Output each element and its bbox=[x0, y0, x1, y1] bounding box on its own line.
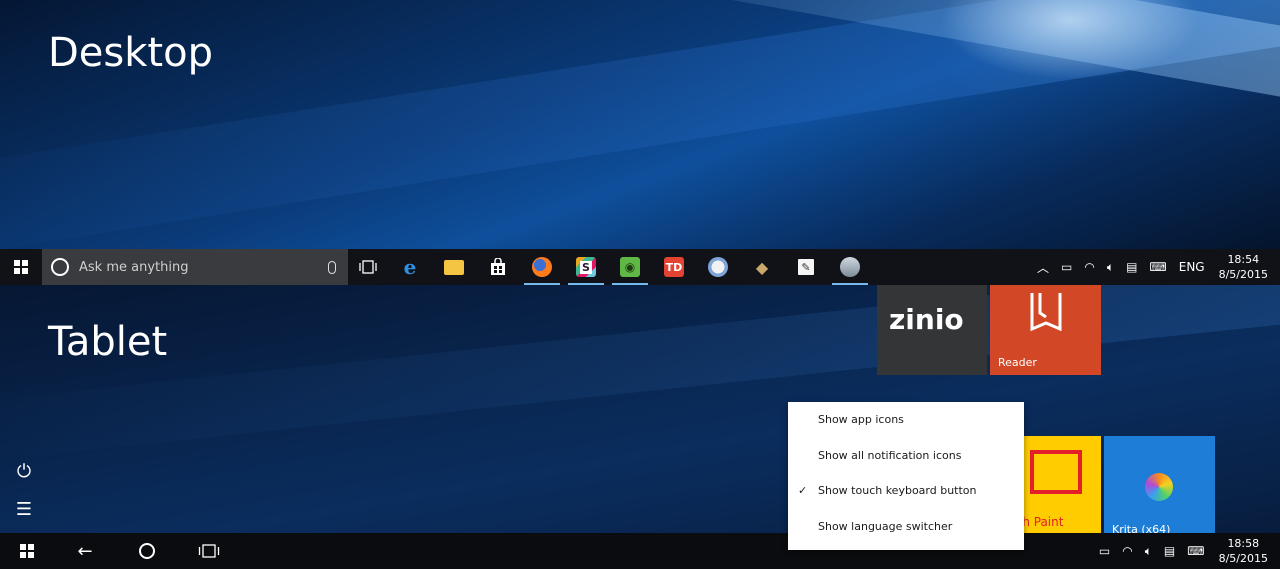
clock[interactable]: 18:58 8/5/2015 bbox=[1211, 536, 1280, 566]
wallpaper-glow bbox=[940, 0, 1200, 80]
clock-time: 18:58 bbox=[1227, 537, 1260, 550]
file-explorer-taskbar-button[interactable] bbox=[432, 249, 476, 285]
evernote-taskbar-button[interactable]: ◉ bbox=[608, 249, 652, 285]
fresh-paint-logo-icon bbox=[1030, 450, 1082, 494]
desktop-background: Desktop bbox=[0, 0, 1280, 249]
krita-logo-icon bbox=[1145, 473, 1173, 501]
tablet-start-button[interactable] bbox=[0, 533, 54, 569]
wifi-icon[interactable]: ◠ bbox=[1078, 260, 1100, 274]
menu-item-label: Show all notification icons bbox=[818, 448, 962, 462]
slack-icon: S bbox=[576, 257, 596, 277]
store-taskbar-button[interactable] bbox=[476, 249, 520, 285]
cortana-search-box[interactable]: Ask me anything bbox=[42, 249, 348, 285]
reader-logo-icon bbox=[1030, 293, 1062, 332]
back-arrow-icon: ← bbox=[77, 540, 93, 562]
edge-taskbar-button[interactable]: e bbox=[388, 249, 432, 285]
wifi-icon[interactable]: ◠ bbox=[1116, 544, 1138, 558]
touch-keyboard-icon[interactable]: ⌨ bbox=[1143, 260, 1172, 274]
photo-app-icon bbox=[840, 257, 860, 277]
firefox-icon bbox=[532, 257, 552, 277]
system-tray: ︿ ▭ ◠ 🔈︎ ▤ ⌨ ENG 18:54 8/5/2015 bbox=[1031, 249, 1280, 285]
language-indicator[interactable]: ENG bbox=[1173, 260, 1211, 274]
volume-icon[interactable]: 🔈︎ bbox=[1101, 260, 1120, 275]
menu-item-label: Show app icons bbox=[818, 413, 904, 427]
windows-logo-icon bbox=[14, 260, 28, 274]
notepad-icon: ✎ bbox=[798, 259, 814, 275]
tablet-taskbar: ← ▭ ◠ 🔈︎ ▤ ⌨ 18:58 8/5/2015 bbox=[0, 533, 1280, 569]
menu-item-show-all-notification-icons[interactable]: Show all notification icons bbox=[788, 438, 1024, 474]
clock-time: 18:54 bbox=[1227, 253, 1260, 266]
cortana-icon bbox=[139, 543, 155, 559]
gimp-taskbar-button[interactable]: ◆ bbox=[740, 249, 784, 285]
menu-item-label: Show touch keyboard button bbox=[818, 484, 977, 498]
menu-item-label: Show language switcher bbox=[818, 519, 953, 533]
microphone-icon[interactable] bbox=[328, 260, 336, 274]
task-view-icon bbox=[198, 544, 220, 558]
tablet-system-tray: ▭ ◠ 🔈︎ ▤ ⌨ 18:58 8/5/2015 bbox=[1093, 533, 1280, 569]
back-button[interactable]: ← bbox=[54, 533, 116, 569]
power-icon[interactable]: ⏻ bbox=[14, 461, 34, 482]
file-explorer-icon bbox=[444, 259, 464, 275]
todoist-taskbar-button[interactable]: TD bbox=[652, 249, 696, 285]
firefox-taskbar-button[interactable] bbox=[520, 249, 564, 285]
notepad-taskbar-button[interactable]: ✎ bbox=[784, 249, 828, 285]
krita-tile[interactable]: Krita (x64) bbox=[1104, 436, 1215, 533]
desktop-label: Desktop bbox=[48, 30, 213, 76]
zinio-logo: zinio bbox=[889, 303, 964, 336]
paint-taskbar-button[interactable] bbox=[696, 249, 740, 285]
clock[interactable]: 18:54 8/5/2015 bbox=[1211, 252, 1280, 282]
desktop-taskbar: Ask me anything e S ◉ TD ◆ ✎ ︿ ▭ ◠ 🔈︎ ▤ bbox=[0, 249, 1280, 285]
slack-taskbar-button[interactable]: S bbox=[564, 249, 608, 285]
tablet-background: Tablet ⏻ ☰ zinio Reader Fresh Paint Krit… bbox=[0, 285, 1280, 533]
reader-tile-label: Reader bbox=[998, 356, 1037, 369]
all-apps-icon[interactable]: ☰ bbox=[14, 499, 34, 520]
action-center-icon[interactable]: ▤ bbox=[1120, 260, 1143, 274]
store-icon bbox=[491, 258, 505, 275]
photo-app-taskbar-button[interactable] bbox=[828, 249, 872, 285]
volume-icon[interactable]: 🔈︎ bbox=[1139, 544, 1158, 559]
show-hidden-icons-chevron-icon[interactable]: ︿ bbox=[1031, 259, 1055, 276]
menu-item-show-language-switcher[interactable]: Show language switcher bbox=[788, 509, 1024, 545]
krita-tile-label: Krita (x64) bbox=[1112, 523, 1171, 533]
zinio-tile[interactable]: zinio bbox=[877, 285, 987, 375]
edge-icon: e bbox=[403, 255, 417, 279]
start-button[interactable] bbox=[0, 249, 42, 285]
task-view-button[interactable] bbox=[348, 249, 388, 285]
reader-tile[interactable]: Reader bbox=[990, 285, 1101, 375]
touch-keyboard-icon[interactable]: ⌨ bbox=[1181, 544, 1210, 558]
menu-item-show-app-icons[interactable]: Show app icons bbox=[788, 402, 1024, 438]
task-view-button[interactable] bbox=[178, 533, 240, 569]
battery-icon[interactable]: ▭ bbox=[1093, 544, 1116, 558]
gimp-icon: ◆ bbox=[755, 257, 769, 277]
windows-logo-icon bbox=[20, 544, 34, 558]
taskbar-context-menu: Show app icons Show all notification ico… bbox=[788, 402, 1024, 550]
todoist-icon: TD bbox=[664, 257, 684, 277]
tablet-label: Tablet bbox=[48, 319, 168, 365]
cortana-button[interactable] bbox=[116, 533, 178, 569]
action-center-icon[interactable]: ▤ bbox=[1158, 544, 1181, 558]
checkmark-icon: ✓ bbox=[798, 484, 808, 498]
clock-date: 8/5/2015 bbox=[1218, 552, 1268, 565]
paint-icon bbox=[708, 257, 728, 277]
task-view-icon bbox=[359, 260, 377, 274]
menu-item-show-touch-keyboard-button[interactable]: ✓ Show touch keyboard button bbox=[788, 473, 1024, 509]
clock-date: 8/5/2015 bbox=[1218, 268, 1268, 281]
cortana-icon bbox=[51, 258, 69, 276]
evernote-icon: ◉ bbox=[620, 257, 640, 277]
battery-icon[interactable]: ▭ bbox=[1055, 260, 1078, 274]
search-placeholder: Ask me anything bbox=[79, 259, 189, 275]
